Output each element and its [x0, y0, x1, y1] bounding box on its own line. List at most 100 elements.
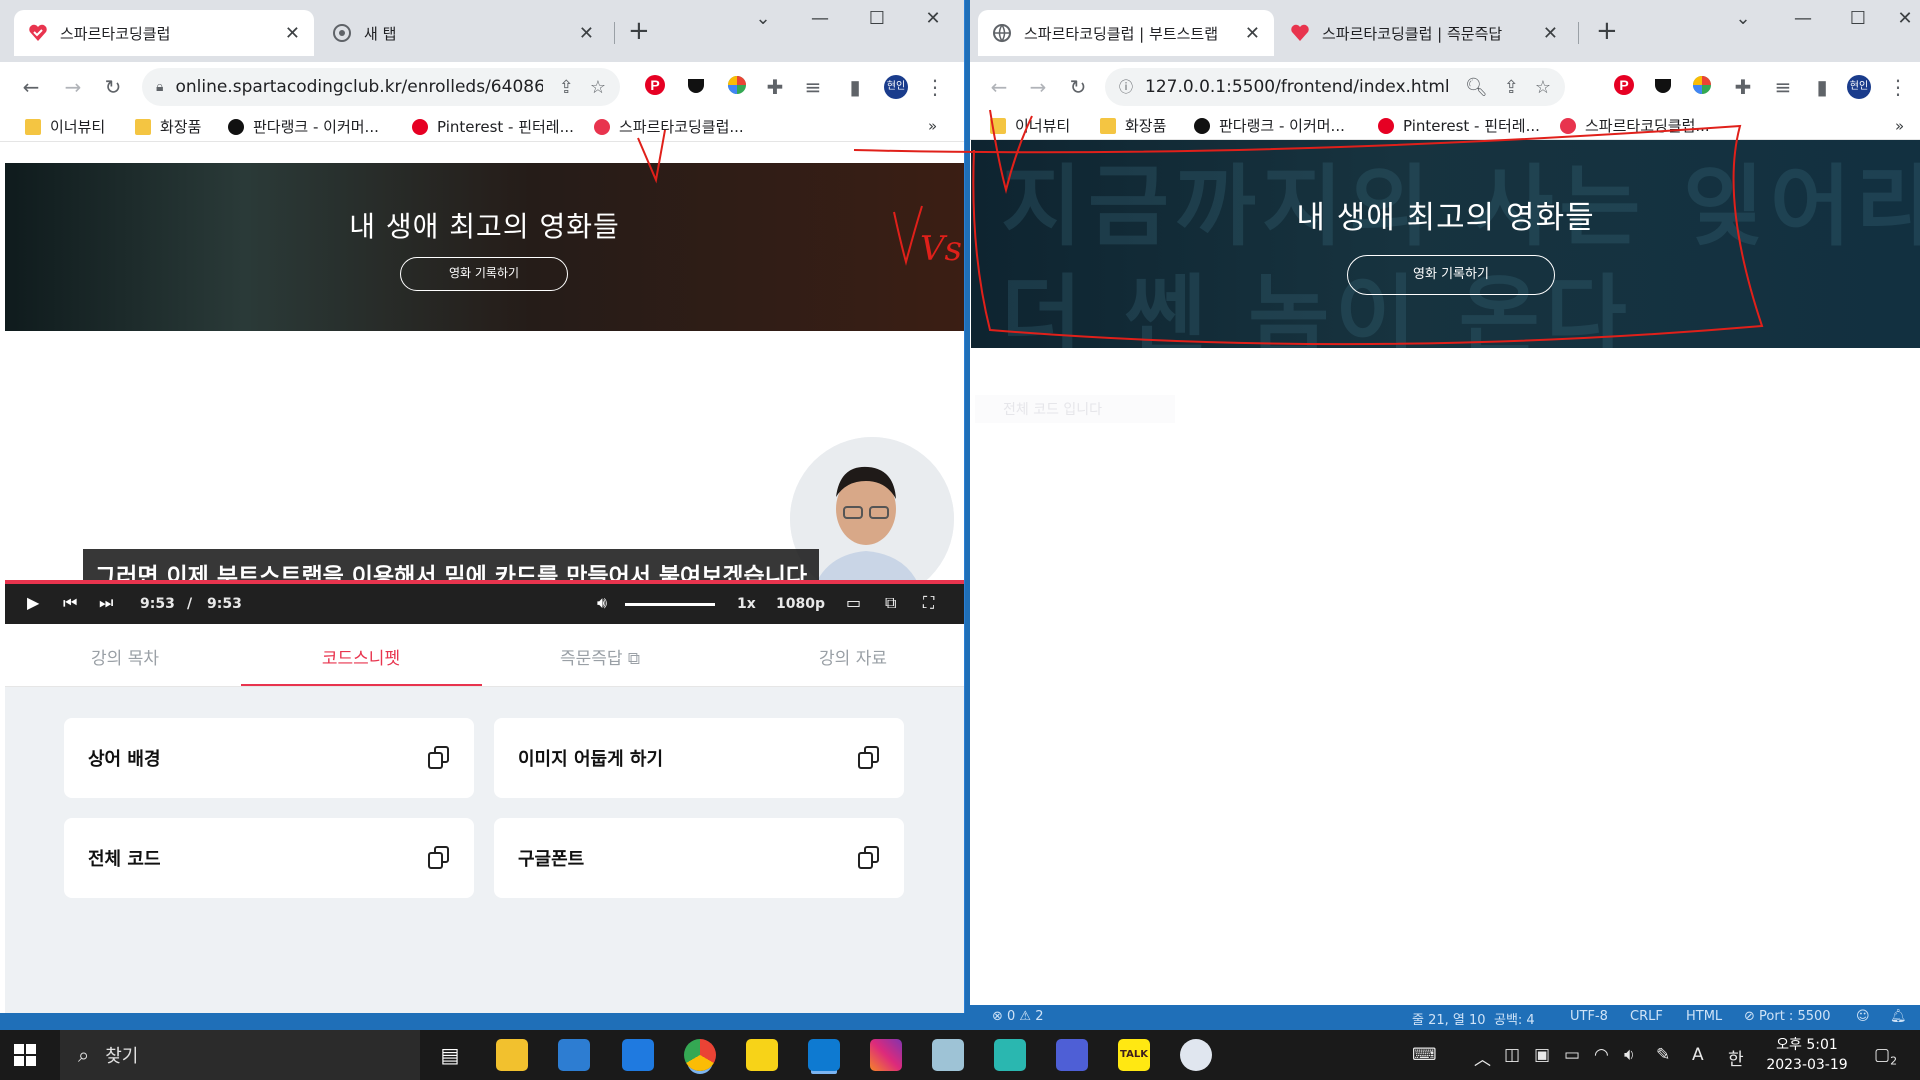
copy-icon[interactable]: [428, 846, 450, 870]
minimize-icon[interactable]: —: [1788, 8, 1818, 29]
sticky-notes-icon[interactable]: [746, 1039, 778, 1071]
play-icon[interactable]: ▶: [27, 593, 39, 612]
side-panel-icon[interactable]: ▮: [1809, 74, 1835, 100]
bookmark-item[interactable]: 스파르타코딩클럽...: [1560, 115, 1710, 136]
share-icon[interactable]: ⇪: [1504, 77, 1519, 98]
bookmark-item[interactable]: 이너뷰티: [990, 115, 1070, 136]
snippet-card[interactable]: 구글폰트: [494, 818, 904, 898]
cursor-position[interactable]: 줄 21, 열 10: [1412, 1009, 1486, 1028]
mail-icon[interactable]: [622, 1039, 654, 1071]
bookmark-star-icon[interactable]: ☆: [1535, 77, 1551, 98]
color-picker-extension-icon[interactable]: [724, 74, 750, 100]
bookmark-item[interactable]: Pinterest - 핀터레...: [1378, 115, 1540, 136]
kakaotalk-icon[interactable]: TALK: [1118, 1039, 1150, 1071]
windows-start-icon[interactable]: [14, 1044, 36, 1066]
bookmarks-overflow-icon[interactable]: »: [1895, 117, 1904, 135]
vscode-icon[interactable]: [808, 1039, 840, 1071]
instagram-icon[interactable]: [870, 1039, 902, 1071]
feedback-icon[interactable]: ☺: [1856, 1009, 1870, 1024]
notification-center-icon[interactable]: ▢2: [1874, 1045, 1897, 1067]
menu-kebab-icon[interactable]: ⋮: [1885, 74, 1911, 100]
reload-icon[interactable]: ↻: [100, 74, 126, 100]
system-clock[interactable]: 오후 5:01 2023-03-19: [1762, 1035, 1852, 1075]
tab-bootstrap-page[interactable]: 스파르타코딩클럽 | 부트스트랩 ✕: [978, 10, 1274, 56]
profile-avatar[interactable]: 현인: [1847, 75, 1871, 99]
extensions-puzzle-icon[interactable]: ✚: [1730, 74, 1756, 100]
copy-icon[interactable]: [858, 746, 880, 770]
back-arrow-icon[interactable]: ←: [18, 74, 44, 100]
zoom-icon[interactable]: 🔍︎: [1465, 77, 1488, 98]
problems-indicator[interactable]: ⊗ 0 ⚠ 2: [992, 1009, 1044, 1024]
copy-icon[interactable]: [428, 746, 450, 770]
close-window-icon[interactable]: ✕: [1890, 8, 1920, 29]
snippet-card[interactable]: 전체 코드: [64, 818, 474, 898]
record-movie-button[interactable]: 영화 기록하기: [1347, 255, 1555, 295]
tab-instant-qna[interactable]: 스파르타코딩클럽 | 즉문즉답 ✕: [1276, 10, 1572, 56]
copy-icon[interactable]: [858, 846, 880, 870]
camera-icon[interactable]: ◫: [1504, 1045, 1520, 1065]
tab-search-chevron-icon[interactable]: ⌄: [1728, 8, 1758, 29]
keyboard-icon[interactable]: ⌨: [1412, 1045, 1437, 1065]
app-icon[interactable]: [1056, 1039, 1088, 1071]
microsoft-store-icon[interactable]: [558, 1039, 590, 1071]
forward-arrow-icon[interactable]: →: [1025, 74, 1051, 100]
close-tab-icon[interactable]: ✕: [1245, 23, 1260, 44]
volume-slider[interactable]: [625, 603, 715, 606]
next-icon[interactable]: ⏭: [99, 593, 113, 613]
forward-arrow-icon[interactable]: →: [60, 74, 86, 100]
pinterest-extension-icon[interactable]: P: [1611, 74, 1637, 100]
previous-icon[interactable]: ⏮: [63, 593, 77, 613]
maximize-icon[interactable]: ☐: [862, 8, 892, 29]
reading-list-icon[interactable]: ≡: [800, 74, 826, 100]
pocket-extension-icon[interactable]: [683, 74, 709, 100]
bookmark-item[interactable]: 판다랭크 - 이커머...: [1194, 115, 1345, 136]
speaker-icon[interactable]: 🔉︎: [1624, 1045, 1635, 1065]
new-tab-plus-icon[interactable]: +: [1596, 18, 1618, 44]
tab-code-snippets[interactable]: 코드스니펫: [281, 644, 441, 669]
picture-in-picture-icon[interactable]: ⧉: [885, 593, 896, 613]
address-bar[interactable]: ⓘ 127.0.0.1:5500/frontend/index.html 🔍︎ …: [1105, 68, 1565, 106]
battery-icon[interactable]: ▭: [1564, 1045, 1580, 1065]
playback-speed[interactable]: 1x: [737, 596, 756, 612]
app-icon[interactable]: [1180, 1039, 1212, 1071]
back-arrow-icon[interactable]: ←: [986, 74, 1012, 100]
pinterest-extension-icon[interactable]: P: [642, 74, 668, 100]
bookmark-item[interactable]: 이너뷰티: [25, 116, 105, 137]
fullscreen-icon[interactable]: ⛶: [923, 593, 934, 613]
notifications-bell-icon[interactable]: 🔔︎: [1890, 1009, 1907, 1024]
line-endings[interactable]: CRLF: [1630, 1009, 1663, 1024]
share-icon[interactable]: ⇪: [559, 77, 574, 98]
bookmark-item[interactable]: 화장품: [1100, 115, 1166, 136]
close-tab-icon[interactable]: ✕: [1543, 23, 1558, 44]
profile-avatar[interactable]: 현인: [884, 75, 908, 99]
taskbar-search[interactable]: ⌕ 찾기: [60, 1030, 420, 1080]
reload-icon[interactable]: ↻: [1065, 74, 1091, 100]
close-tab-icon[interactable]: ✕: [285, 23, 300, 44]
file-explorer-icon[interactable]: [496, 1039, 528, 1071]
pen-icon[interactable]: ✎: [1656, 1045, 1670, 1065]
close-tab-icon[interactable]: ✕: [579, 23, 594, 44]
bookmark-item[interactable]: 판다랭크 - 이커머...: [228, 116, 379, 137]
indentation[interactable]: 공백: 4: [1494, 1009, 1535, 1028]
language-mode[interactable]: HTML: [1686, 1009, 1722, 1024]
snippet-card[interactable]: 이미지 어둡게 하기: [494, 718, 904, 798]
record-movie-button[interactable]: 영화 기록하기: [400, 257, 568, 291]
video-quality[interactable]: 1080p: [776, 596, 825, 612]
extensions-puzzle-icon[interactable]: ✚: [762, 74, 788, 100]
ime-mode[interactable]: A: [1692, 1045, 1704, 1065]
tab-lecture-materials[interactable]: 강의 자료: [773, 644, 933, 669]
close-window-icon[interactable]: ✕: [918, 8, 948, 29]
app-icon[interactable]: [932, 1039, 964, 1071]
tab-search-chevron-icon[interactable]: ⌄: [748, 8, 778, 29]
minimize-icon[interactable]: —: [805, 8, 835, 29]
menu-kebab-icon[interactable]: ⋮: [922, 74, 948, 100]
bookmark-item[interactable]: Pinterest - 핀터레...: [412, 116, 574, 137]
tab-new-tab[interactable]: 새 탭 ✕: [318, 10, 608, 56]
tab-instant-qna[interactable]: 즉문즉답 ⧉: [525, 644, 675, 669]
tab-lecture-contents[interactable]: 강의 목차: [45, 644, 205, 669]
chrome-taskbar-icon[interactable]: [684, 1039, 716, 1071]
new-tab-plus-icon[interactable]: +: [628, 18, 650, 44]
task-view-icon[interactable]: ▤: [434, 1039, 466, 1071]
bookmark-item[interactable]: 화장품: [135, 116, 201, 137]
live-server-port[interactable]: ⊘ Port : 5500: [1744, 1009, 1831, 1024]
